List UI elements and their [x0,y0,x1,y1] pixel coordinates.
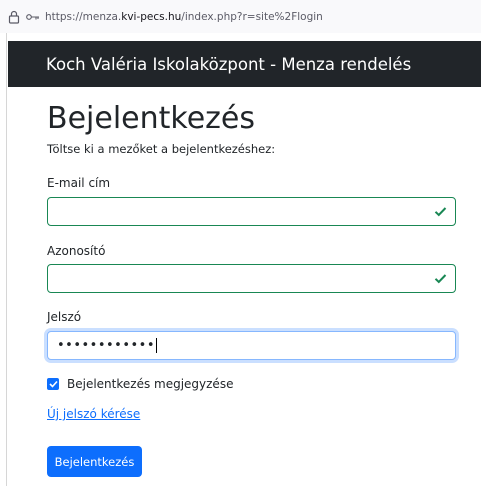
url-prefix: https://menza. [45,10,122,23]
checkmark-icon [48,380,58,388]
login-form: Bejelentkezés Töltse ki a mezőket a beje… [47,100,457,477]
url-host: kvi-pecs.hu [121,10,182,23]
id-field[interactable] [47,264,456,293]
navbar: Koch Valéria Iskolaközpont - Menza rende… [8,41,481,87]
reset-password-link[interactable]: Új jelszó kérése [47,407,140,421]
window-left-edge [0,33,7,486]
browser-url-bar[interactable]: https://menza.kvi-pecs.hu/index.php?r=si… [0,0,481,33]
email-field[interactable] [47,197,456,226]
password-value: •••••••••••• [57,338,156,353]
lock-icon [8,10,20,24]
login-button[interactable]: Bejelentkezés [47,446,142,477]
remember-me-label[interactable]: Bejelentkezés megjegyzése [67,377,233,391]
url-text[interactable]: https://menza.kvi-pecs.hu/index.php?r=si… [45,11,323,23]
password-label: Jelszó [47,310,82,324]
check-icon [434,274,447,284]
email-label: E-mail cím [47,176,111,190]
navbar-brand[interactable]: Koch Valéria Iskolaközpont - Menza rende… [46,55,411,74]
remember-me-checkbox[interactable] [47,378,59,390]
password-field[interactable]: •••••••••••• [47,331,456,360]
form-subtitle: Töltse ki a mezőket a bejelentkezéshez: [47,142,276,156]
page-title: Bejelentkezés [47,101,255,136]
id-label: Azonosító [47,244,106,258]
text-caret [156,338,158,353]
remember-me-row[interactable]: Bejelentkezés megjegyzése [47,377,233,391]
key-icon[interactable] [26,13,40,21]
check-icon [434,207,447,217]
url-suffix: /index.php?r=site%2Flogin [181,10,323,23]
